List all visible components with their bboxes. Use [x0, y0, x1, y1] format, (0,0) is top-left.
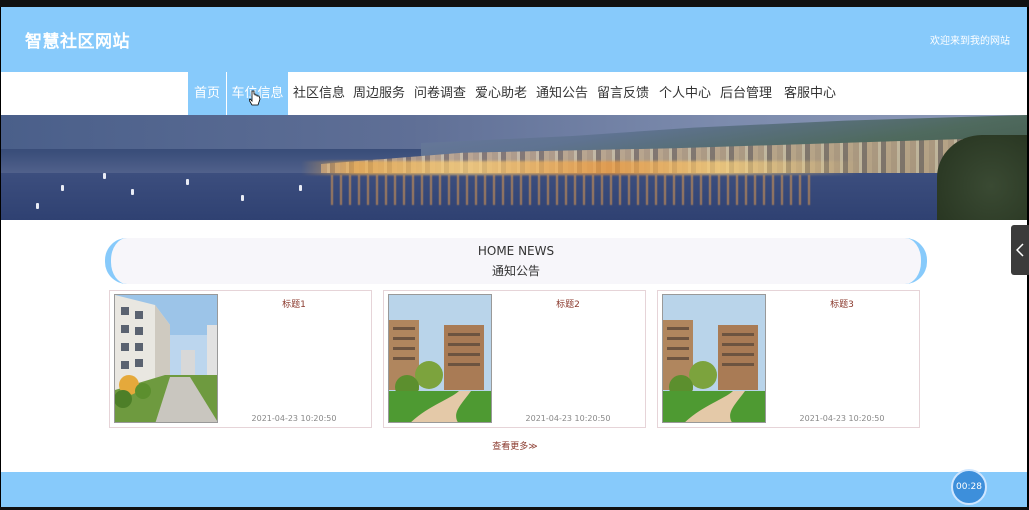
- card-timestamp: 2021-04-23 10:20:50: [251, 414, 337, 423]
- top-window-edge: [0, 0, 1029, 7]
- site-footer: [1, 472, 1027, 507]
- notice-card[interactable]: 标题1 2021-04-23 10:20:50: [109, 290, 372, 428]
- timer-badge[interactable]: 00:28: [951, 469, 987, 505]
- section-header: HOME NEWS 通知公告: [105, 238, 927, 284]
- banner-town-lights: [301, 161, 861, 175]
- banner-carousel[interactable]: [1, 115, 1027, 220]
- banner-boat: [36, 203, 39, 209]
- nav-item-admin[interactable]: 后台管理: [718, 72, 774, 115]
- banner-trees: [937, 135, 1027, 220]
- browser-viewport: 智慧社区网站 欢迎来到我的网站 首页 车位信息 社区信息 周边服务 问卷调查 爱…: [1, 7, 1027, 507]
- view-more-link[interactable]: 查看更多≫: [475, 439, 555, 452]
- banner-boat: [299, 185, 302, 191]
- banner-boat: [186, 179, 189, 185]
- notice-card[interactable]: 标题2 2021-04-23 10:20:50: [383, 290, 646, 428]
- nav-item-home[interactable]: 首页: [188, 72, 226, 115]
- card-title[interactable]: 标题2: [494, 297, 642, 310]
- apartment-street-photo: [115, 295, 217, 422]
- nav-item-community[interactable]: 社区信息: [291, 72, 347, 115]
- notice-card[interactable]: 标题3 2021-04-23 10:20:50: [657, 290, 920, 428]
- card-title[interactable]: 标题3: [768, 297, 916, 310]
- nav-item-survey[interactable]: 问卷调查: [412, 72, 468, 115]
- site-header: 智慧社区网站 欢迎来到我的网站: [1, 7, 1027, 72]
- card-image-residential-towers[interactable]: [662, 294, 766, 423]
- nav-item-elderly-care[interactable]: 爱心助老: [473, 72, 529, 115]
- nav-item-support[interactable]: 客服中心: [782, 72, 838, 115]
- card-image-apartment-street[interactable]: [114, 294, 218, 423]
- nav-item-services[interactable]: 周边服务: [351, 72, 407, 115]
- side-panel-toggle[interactable]: [1011, 225, 1029, 275]
- residential-towers-garden-photo: [389, 295, 491, 422]
- nav-item-notices[interactable]: 通知公告: [534, 72, 590, 115]
- section-title-cn: 通知公告: [491, 264, 540, 278]
- card-image-residential-towers[interactable]: [388, 294, 492, 423]
- banner-boat: [131, 189, 134, 195]
- card-title[interactable]: 标题1: [220, 297, 368, 310]
- card-timestamp: 2021-04-23 10:20:50: [799, 414, 885, 423]
- site-title[interactable]: 智慧社区网站: [25, 27, 130, 52]
- mouse-cursor-icon: [248, 90, 261, 110]
- card-timestamp: 2021-04-23 10:20:50: [525, 414, 611, 423]
- chevron-left-icon: [1016, 243, 1024, 257]
- banner-boat: [61, 185, 64, 191]
- banner-light-reflections: [331, 175, 811, 205]
- page: 智慧社区网站 欢迎来到我的网站 首页 车位信息 社区信息 周边服务 问卷调查 爱…: [0, 0, 1029, 510]
- welcome-text: 欢迎来到我的网站: [930, 36, 1010, 47]
- section-title-en: HOME NEWS: [477, 244, 555, 258]
- residential-towers-garden-photo: [663, 295, 765, 422]
- nav-item-profile[interactable]: 个人中心: [657, 72, 713, 115]
- nav-item-feedback[interactable]: 留言反馈: [595, 72, 651, 115]
- banner-boat: [103, 173, 106, 179]
- banner-boat: [241, 195, 244, 201]
- main-nav: 首页 车位信息 社区信息 周边服务 问卷调查 爱心助老 通知公告 留言反馈 个人…: [1, 72, 1027, 115]
